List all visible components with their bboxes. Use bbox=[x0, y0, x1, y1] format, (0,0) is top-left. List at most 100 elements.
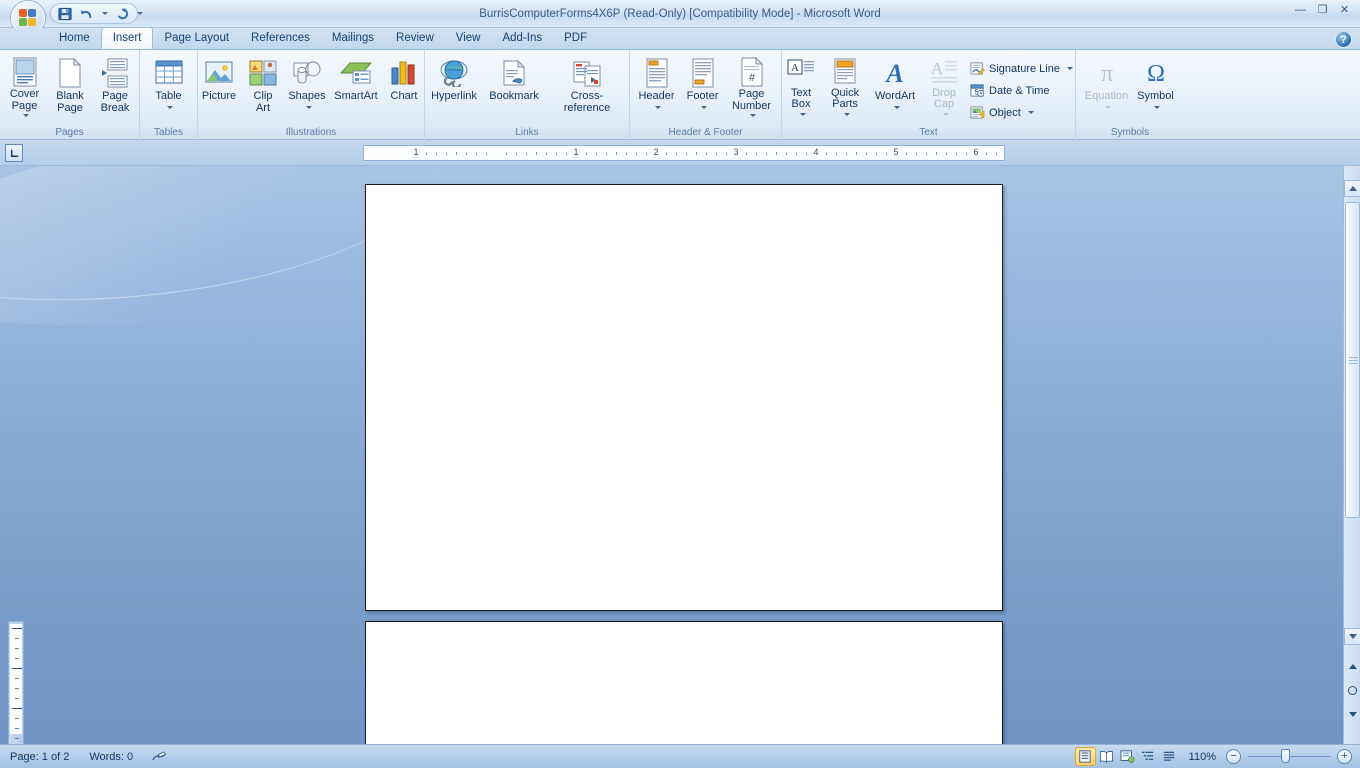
text-box-chevron-down-icon[interactable] bbox=[799, 113, 806, 117]
table-chevron-down-icon[interactable] bbox=[167, 105, 173, 109]
ruler-tick bbox=[526, 153, 527, 155]
cover-page-button[interactable]: Cover Page bbox=[2, 55, 47, 121]
document-page-2[interactable] bbox=[365, 621, 1003, 744]
close-button[interactable]: ✕ bbox=[1335, 2, 1354, 17]
wordart-button[interactable]: A WordArt bbox=[868, 55, 922, 121]
document-canvas[interactable] bbox=[0, 166, 1343, 744]
symbol-chevron-down-icon[interactable] bbox=[1154, 105, 1160, 109]
scroll-up-button[interactable] bbox=[1344, 180, 1360, 197]
minimize-button[interactable]: — bbox=[1291, 2, 1310, 17]
horizontal-ruler[interactable]: 1 1 2 3 4 5 6 bbox=[363, 145, 1005, 161]
office-button[interactable] bbox=[6, 1, 46, 35]
picture-button[interactable]: Picture bbox=[197, 55, 241, 121]
zoom-slider[interactable] bbox=[1248, 749, 1330, 763]
help-button[interactable]: ? bbox=[1335, 31, 1352, 48]
save-button[interactable] bbox=[55, 5, 75, 23]
tab-pdf[interactable]: PDF bbox=[553, 28, 598, 49]
customize-quick-access-toolbar-button[interactable] bbox=[132, 4, 148, 22]
vertical-ruler-tick bbox=[12, 668, 22, 669]
cover-page-chevron-down-icon[interactable] bbox=[23, 114, 29, 117]
wordart-chevron-down-icon[interactable] bbox=[893, 105, 900, 109]
web-layout-view-button[interactable] bbox=[1118, 748, 1137, 765]
draft-view-button[interactable] bbox=[1160, 748, 1179, 765]
zoom-out-button[interactable]: − bbox=[1226, 749, 1241, 764]
page-number-button[interactable]: # Page Number bbox=[726, 55, 778, 121]
shapes-chevron-down-icon[interactable] bbox=[305, 105, 312, 109]
blank-page-button[interactable]: Blank Page bbox=[48, 55, 92, 121]
scroll-thumb[interactable] bbox=[1345, 202, 1360, 518]
word-count[interactable]: Words: 0 bbox=[79, 747, 143, 767]
svg-text:A: A bbox=[791, 62, 799, 74]
tab-add-ins[interactable]: Add-Ins bbox=[491, 28, 553, 49]
select-browse-object-button[interactable] bbox=[1344, 682, 1360, 699]
document-page-1[interactable] bbox=[365, 184, 1003, 611]
ruler-tick bbox=[566, 153, 567, 155]
tab-references[interactable]: References bbox=[240, 28, 321, 49]
zoom-level[interactable]: 110% bbox=[1181, 751, 1224, 763]
bookmark-button[interactable]: Bookmark bbox=[484, 55, 544, 121]
tab-home[interactable]: Home bbox=[48, 28, 101, 49]
date-and-time-button[interactable]: 5 Date & Time bbox=[966, 80, 1077, 101]
tab-page-layout[interactable]: Page Layout bbox=[153, 28, 240, 49]
tab-selector-button[interactable] bbox=[5, 144, 23, 162]
footer-button[interactable]: Footer bbox=[681, 55, 725, 121]
header-chevron-down-icon[interactable] bbox=[655, 105, 661, 109]
vertical-ruler[interactable] bbox=[8, 621, 24, 744]
ruler-tick bbox=[996, 153, 997, 155]
tab-review[interactable]: Review bbox=[385, 28, 445, 49]
undo-dropdown[interactable] bbox=[99, 5, 111, 23]
page-number-label: Page Number bbox=[731, 88, 772, 112]
quick-parts-icon bbox=[833, 57, 857, 86]
shapes-button[interactable]: Shapes bbox=[285, 55, 329, 121]
print-layout-view-button[interactable] bbox=[1074, 747, 1096, 766]
status-bar: Page: 1 of 2 Words: 0 110% − + bbox=[0, 744, 1360, 768]
shapes-label: Shapes bbox=[288, 90, 326, 102]
smartart-button[interactable]: SmartArt bbox=[330, 55, 382, 121]
ribbon: Cover Page Blank Page Page Break Pages T… bbox=[0, 50, 1360, 140]
ruler-tick bbox=[516, 153, 517, 155]
signature-line-chevron-down-icon[interactable] bbox=[1066, 67, 1073, 70]
signature-line-button[interactable]: Signature Line bbox=[966, 58, 1077, 79]
object-chevron-down-icon[interactable] bbox=[1027, 111, 1034, 114]
object-button[interactable]: Object bbox=[966, 102, 1077, 123]
restore-button[interactable]: ❐ bbox=[1313, 2, 1332, 17]
undo-button[interactable] bbox=[77, 5, 97, 23]
vertical-ruler-tick bbox=[15, 658, 19, 659]
tab-insert[interactable]: Insert bbox=[100, 27, 154, 49]
footer-chevron-down-icon[interactable] bbox=[701, 105, 707, 109]
header-button[interactable]: Header bbox=[634, 55, 680, 121]
page-number-chevron-down-icon[interactable] bbox=[750, 114, 756, 117]
group-label-illustrations: Illustrations bbox=[285, 127, 337, 138]
symbol-button[interactable]: Ω Symbol bbox=[1133, 55, 1179, 121]
page-indicator[interactable]: Page: 1 of 2 bbox=[0, 747, 79, 767]
scroll-down-button[interactable] bbox=[1344, 628, 1360, 645]
table-button[interactable]: Table bbox=[145, 55, 193, 121]
outline-view-button[interactable] bbox=[1139, 748, 1158, 765]
outline-icon bbox=[1142, 751, 1154, 760]
smartart-icon bbox=[340, 57, 372, 89]
quick-parts-button[interactable]: Quick Parts bbox=[823, 55, 867, 121]
redo-button[interactable] bbox=[113, 5, 133, 23]
zoom-in-button[interactable]: + bbox=[1337, 749, 1352, 764]
zoom-slider-thumb[interactable] bbox=[1281, 749, 1290, 763]
next-page-button[interactable] bbox=[1344, 706, 1360, 723]
full-screen-reading-view-button[interactable] bbox=[1097, 748, 1116, 765]
cross-reference-button[interactable]: Cross-reference bbox=[545, 55, 629, 121]
clip-art-button[interactable]: Clip Art bbox=[242, 55, 284, 121]
vertical-scrollbar[interactable] bbox=[1343, 166, 1360, 744]
hyperlink-button[interactable]: Hyperlink bbox=[425, 55, 483, 121]
ruler-tick bbox=[546, 153, 547, 155]
ruler-tick bbox=[456, 152, 457, 155]
shapes-icon bbox=[292, 57, 322, 89]
text-box-button[interactable]: A Text Box bbox=[780, 55, 822, 121]
tab-view[interactable]: View bbox=[445, 28, 492, 49]
proofing-status-button[interactable] bbox=[143, 747, 177, 767]
chart-button[interactable]: Chart bbox=[383, 55, 425, 121]
ribbon-group-illustrations: Picture Clip Art Shapes SmartArt Chart I… bbox=[198, 50, 425, 140]
quick-parts-chevron-down-icon[interactable] bbox=[843, 113, 850, 117]
object-icon bbox=[970, 106, 985, 119]
page-break-button[interactable]: Page Break bbox=[93, 55, 137, 121]
ruler-number: 4 bbox=[813, 147, 819, 157]
tab-mailings[interactable]: Mailings bbox=[321, 28, 385, 49]
previous-page-button[interactable] bbox=[1344, 658, 1360, 675]
